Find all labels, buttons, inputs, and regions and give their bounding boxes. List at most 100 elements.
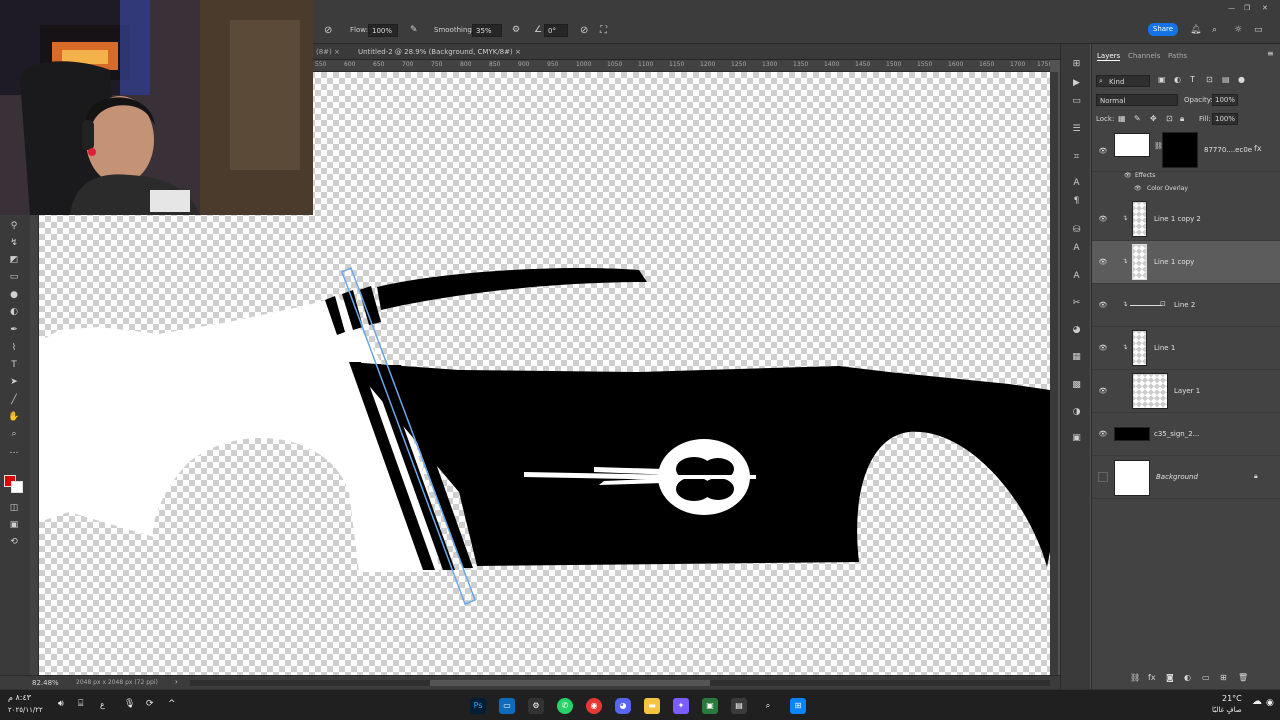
- link-layers-icon[interactable]: ⛓: [1130, 673, 1140, 682]
- stamp-tool-icon[interactable]: ⚲: [7, 219, 21, 233]
- task-view-icon[interactable]: ▤: [731, 698, 747, 714]
- visibility-eye-icon[interactable]: 👁︎: [1098, 429, 1108, 439]
- color-overlay-eye-icon[interactable]: 👁︎: [1134, 185, 1142, 192]
- vertical-scrollbar[interactable]: [1050, 72, 1058, 675]
- layer-row[interactable]: 👁︎ c35_sign_2...: [1092, 413, 1280, 456]
- layer-row[interactable]: 👁︎ Layer 1: [1092, 370, 1280, 413]
- filter-type-icon[interactable]: T: [1190, 75, 1195, 84]
- comment-icon[interactable]: ▭: [1070, 95, 1083, 108]
- visibility-toggle[interactable]: [1098, 472, 1108, 482]
- discord-icon[interactable]: ◕: [615, 698, 631, 714]
- effects-eye-icon[interactable]: 👁︎: [1124, 172, 1132, 179]
- windows-start-icon[interactable]: ⊞: [790, 698, 806, 714]
- zoom-icon[interactable]: ⌕: [7, 427, 21, 441]
- visibility-eye-icon[interactable]: 👁︎: [1098, 386, 1108, 396]
- screen-mode-icon[interactable]: ▣: [7, 518, 21, 532]
- lock-all-icon[interactable]: 🔒︎: [1180, 114, 1184, 124]
- layer-row[interactable]: 👁︎ ⛓ 87770....ec0e fx 👁︎ Effects 👁︎ Colo…: [1092, 128, 1280, 192]
- image-icon[interactable]: ▣: [1070, 432, 1083, 445]
- zoom-level[interactable]: 82.48%: [32, 679, 59, 687]
- horizontal-scrollbar[interactable]: [190, 680, 1050, 686]
- fill-input[interactable]: 100%: [1212, 113, 1238, 125]
- gear-icon[interactable]: ⚙: [512, 24, 520, 37]
- lock-pixels-icon[interactable]: ✎: [1134, 114, 1141, 123]
- settings-app-icon[interactable]: ⚙: [528, 698, 544, 714]
- smoothing-input[interactable]: 35%: [472, 24, 502, 37]
- lightbulb-icon[interactable]: ☼: [1234, 24, 1242, 37]
- gradient-icon[interactable]: ▭: [7, 270, 21, 284]
- tool-presets-icon[interactable]: ✂: [1070, 297, 1083, 310]
- quick-mask-icon[interactable]: ◫: [7, 501, 21, 515]
- layer-row[interactable]: 👁︎ ↴ ⊡ Line 2: [1092, 284, 1280, 327]
- adjustment-layer-icon[interactable]: ◐: [1184, 673, 1191, 682]
- folder-icon[interactable]: ▬: [644, 698, 660, 714]
- lock-transparent-icon[interactable]: ▦: [1118, 114, 1126, 123]
- blur-icon[interactable]: ●: [7, 288, 21, 302]
- chrome-icon[interactable]: ◉: [586, 698, 602, 714]
- color-icon[interactable]: ▩: [1070, 379, 1083, 392]
- filter-toggle-icon[interactable]: ●: [1238, 75, 1245, 84]
- symmetry-icon[interactable]: ⛶: [600, 24, 607, 37]
- chevron-up-icon[interactable]: ^: [168, 699, 176, 709]
- visibility-eye-icon[interactable]: 👁︎: [1098, 257, 1108, 267]
- background-color-swatch[interactable]: [11, 481, 23, 493]
- visibility-eye-icon[interactable]: 👁︎: [1098, 300, 1108, 310]
- scrollbar-thumb[interactable]: [430, 680, 710, 686]
- close-icon[interactable]: ✕: [1262, 2, 1268, 15]
- trash-icon[interactable]: 🗑︎: [1238, 673, 1248, 682]
- system-tray-icon[interactable]: ◉: [1266, 698, 1274, 708]
- tab-document-2[interactable]: Untitled-2 @ 28.9% (Background, CMYK/8#)…: [358, 44, 521, 60]
- tray-app-icon[interactable]: ⟳: [146, 699, 154, 709]
- airbrush-icon[interactable]: ⊘: [324, 24, 332, 37]
- search-icon[interactable]: ⌕: [760, 698, 776, 714]
- blend-mode-select[interactable]: Normal: [1096, 94, 1178, 106]
- weather-cloud-icon[interactable]: ☁: [1252, 696, 1262, 707]
- new-layer-icon[interactable]: ⊞: [1220, 673, 1227, 682]
- visibility-eye-icon[interactable]: 👁︎: [1098, 343, 1108, 353]
- glyphs-icon[interactable]: A: [1070, 242, 1083, 255]
- add-fx-icon[interactable]: fx: [1148, 673, 1156, 682]
- type-icon[interactable]: T: [7, 358, 21, 372]
- tab-layers[interactable]: Layers: [1097, 52, 1121, 61]
- volume-icon[interactable]: 🔊︎: [58, 699, 64, 709]
- play-icon[interactable]: ▶: [1070, 77, 1083, 90]
- layer-row[interactable]: 👁︎ ↴ Line 1: [1092, 327, 1280, 370]
- dodge-icon[interactable]: ◐: [7, 305, 21, 319]
- chevron-right-icon[interactable]: ›: [175, 678, 178, 686]
- pen-icon[interactable]: ✒: [7, 323, 21, 337]
- opacity-input[interactable]: 100%: [1212, 94, 1238, 106]
- workspace-icon[interactable]: ▭: [1254, 24, 1263, 37]
- layer-row[interactable]: 👁︎ ↴ Line 1 copy 2: [1092, 198, 1280, 241]
- share-button[interactable]: Share: [1148, 23, 1178, 36]
- add-mask-icon[interactable]: ◙: [1166, 673, 1174, 682]
- clock-date[interactable]: ٢٠٢٥/١١/٢٢: [8, 706, 43, 714]
- document-info[interactable]: 2048 px x 2048 px (72 ppi): [76, 679, 158, 686]
- layer-row[interactable]: Background 🔒︎: [1092, 456, 1280, 499]
- panel-menu-icon[interactable]: ≡: [1267, 49, 1274, 58]
- grid-icon[interactable]: ▦: [1070, 351, 1083, 364]
- lock-artboard-icon[interactable]: ⊡: [1166, 114, 1173, 123]
- explorer-app-icon[interactable]: ▭: [499, 698, 515, 714]
- swatches-icon[interactable]: ◑: [1070, 406, 1083, 419]
- eraser-icon[interactable]: ◩: [7, 253, 21, 267]
- whatsapp-icon[interactable]: ✆: [557, 698, 573, 714]
- flow-input[interactable]: 100%: [368, 24, 398, 37]
- lock-position-icon[interactable]: ✥: [1150, 114, 1157, 123]
- weather-condition[interactable]: صافٍ غالبًا: [1212, 706, 1242, 714]
- type-settings-icon[interactable]: A: [1070, 270, 1083, 283]
- tab-document-1[interactable]: (8#) ×: [316, 44, 340, 60]
- angle-input[interactable]: 0°: [544, 24, 568, 37]
- pressure-size-icon[interactable]: ⊘: [580, 24, 588, 37]
- paragraph-icon[interactable]: ¶: [1070, 195, 1083, 208]
- layer-row-selected[interactable]: 👁︎ ↴ Line 1 copy: [1092, 241, 1280, 284]
- filter-adjust-icon[interactable]: ◐: [1174, 75, 1181, 84]
- pen-path-icon[interactable]: ⌇: [7, 341, 21, 355]
- artboard-icon[interactable]: ⟲: [7, 535, 21, 549]
- adjustments-icon[interactable]: ☰: [1070, 123, 1083, 136]
- layer-filter-select[interactable]: ⌕ Kind: [1096, 75, 1150, 87]
- line-icon[interactable]: ╱: [7, 393, 21, 407]
- minimize-icon[interactable]: —: [1228, 2, 1235, 15]
- tab-paths[interactable]: Paths: [1168, 52, 1187, 60]
- network-icon[interactable]: ⌸: [78, 699, 83, 709]
- tab-channels[interactable]: Channels: [1128, 52, 1160, 60]
